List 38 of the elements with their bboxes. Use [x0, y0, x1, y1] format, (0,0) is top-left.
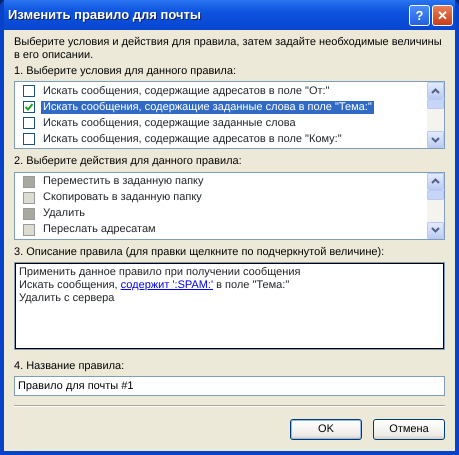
checkbox[interactable] — [23, 117, 35, 130]
scroll-up-button[interactable] — [427, 172, 444, 190]
chevron-down-icon — [431, 227, 440, 233]
cancel-button[interactable]: Отмена — [373, 418, 445, 440]
window-title: Изменить правило для почты — [8, 7, 202, 23]
list-item[interactable]: Искать сообщения, содержащие заданные слова в поле "Тема:" — [41, 100, 374, 114]
checkbox[interactable] — [23, 224, 35, 236]
list-item[interactable]: Искать сообщения, содержащие адресатов в поле "Кому:" — [41, 132, 344, 146]
scroll-thumb[interactable] — [427, 99, 444, 110]
section-label: 1. Выберите условия для данного правила: — [14, 65, 238, 78]
scroll-down-button[interactable] — [427, 131, 444, 148]
description-line: Удалить с сервера — [19, 292, 116, 306]
list-item[interactable]: Скопировать в заданную папку — [41, 190, 204, 204]
checkbox[interactable] — [23, 133, 35, 146]
section-label: 2. Выберите действия для данного правила: — [14, 155, 243, 168]
description-text: в поле "Тема:" — [215, 278, 290, 292]
field-label: 4. Название правила: — [14, 360, 126, 373]
checkbox[interactable] — [23, 192, 35, 204]
scroll-up-button[interactable] — [427, 82, 444, 100]
chevron-up-icon — [431, 88, 440, 94]
close-button[interactable]: ✕ — [432, 4, 453, 26]
checkbox[interactable] — [23, 85, 35, 98]
list-item[interactable]: Искать сообщения, содержащие адресатов в поле "От:" — [41, 84, 332, 98]
description-line: Применить данное правило при получении сообщения — [19, 266, 302, 279]
rule-name-field[interactable]: Правило для почты #1 — [14, 376, 445, 396]
ok-button[interactable]: OK — [290, 418, 362, 440]
scroll-thumb[interactable] — [427, 190, 444, 200]
checkbox[interactable] — [23, 101, 35, 114]
list-item[interactable]: Искать сообщения, содержащие заданные слова — [41, 116, 298, 130]
list-item[interactable]: Переслать адресатам — [41, 222, 158, 236]
section-label: 3. Описание правила (для правки щелкните по подчеркнутой величине): — [14, 246, 386, 259]
chevron-down-icon — [431, 136, 440, 143]
instruction-text: Выберите условия и действия для правила, затем задайте необходимые величины в его описании. — [14, 36, 443, 62]
chevron-up-icon — [431, 178, 440, 184]
description-text: Искать сообщения, — [19, 278, 119, 292]
help-button[interactable]: ? — [409, 4, 430, 26]
value-link[interactable]: содержит ':SPAM:' — [120, 278, 214, 292]
scroll-down-button[interactable] — [427, 222, 444, 238]
